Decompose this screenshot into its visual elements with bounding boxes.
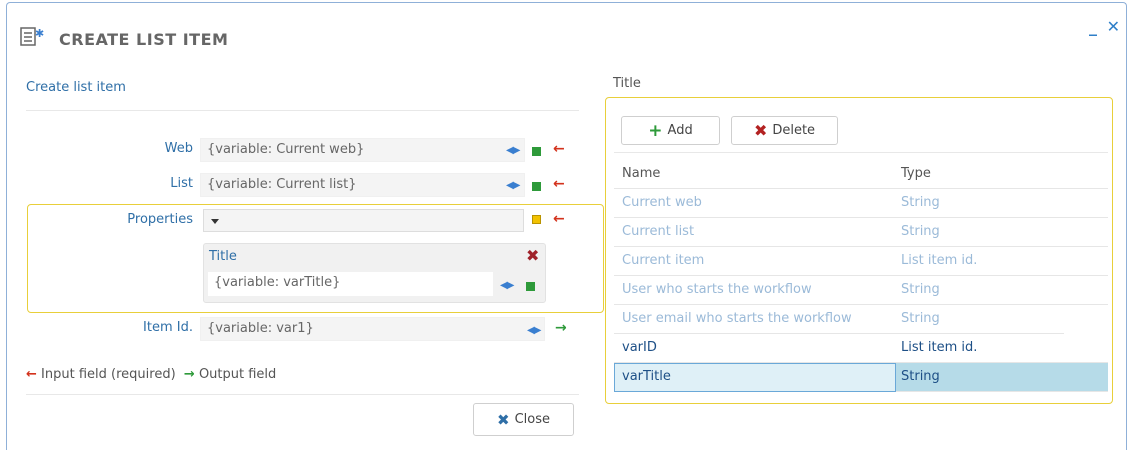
variable-indicator-icon[interactable] [532, 182, 541, 191]
variables-table: Name Type Current web String Current lis… [614, 160, 1108, 392]
variable-indicator-icon[interactable] [526, 282, 535, 291]
swap-arrows-icon[interactable]: ◀▶ [506, 180, 520, 191]
properties-dropdown[interactable] [203, 209, 524, 232]
variables-panel-label: Title [613, 76, 641, 91]
item-id-label: Item Id. [143, 320, 193, 335]
swap-arrows-icon[interactable]: ◀▶ [506, 145, 520, 156]
row-type: List item id. [901, 340, 978, 355]
web-label: Web [164, 141, 193, 156]
row-name: varID [622, 340, 657, 355]
row-type: String [901, 311, 940, 326]
property-value-field[interactable]: {variable: varTitle} [208, 272, 493, 296]
column-header-name: Name [622, 166, 661, 181]
delete-property-icon[interactable]: ✖ [526, 246, 539, 265]
table-row[interactable]: Current list String [614, 218, 1108, 247]
delete-icon: ✖ [753, 121, 768, 140]
svg-text:✱: ✱ [35, 27, 44, 40]
table-row[interactable]: User who starts the workflow String [614, 276, 1108, 305]
chevron-down-icon [211, 219, 219, 224]
divider [26, 110, 579, 111]
output-arrow-icon: → [183, 367, 195, 382]
close-window-button[interactable]: ✕ [1107, 17, 1120, 36]
input-arrow-icon: ← [26, 367, 37, 382]
plus-icon: + [648, 120, 663, 141]
row-name: Current web [622, 195, 702, 210]
swap-arrows-icon[interactable]: ◀▶ [500, 280, 514, 291]
table-row-selected[interactable]: varTitle String [614, 363, 1108, 392]
row-type: String [901, 369, 940, 384]
field-legend: ← Input field (required) → Output field [26, 367, 276, 382]
output-arrow-icon: → [555, 320, 567, 336]
add-button-label: Add [667, 123, 693, 138]
row-type: String [901, 195, 940, 210]
table-row[interactable]: Current item List item id. [614, 247, 1108, 276]
row-type: String [901, 282, 940, 297]
list-field[interactable]: {variable: Current list} [200, 173, 525, 197]
list-star-icon: ✱ [20, 27, 44, 46]
divider [26, 394, 579, 395]
variable-indicator-icon[interactable] [532, 147, 541, 156]
table-row[interactable]: User email who starts the workflow Strin… [614, 305, 1064, 334]
row-name: Current list [622, 224, 695, 239]
close-button[interactable]: ✖ Close [473, 403, 574, 436]
table-row[interactable]: Current web String [614, 189, 1108, 218]
row-name: varTitle [622, 369, 671, 384]
column-header-type: Type [901, 166, 931, 181]
close-icon: ✖ [497, 410, 510, 429]
web-field[interactable]: {variable: Current web} [200, 138, 525, 162]
input-required-arrow-icon: ← [553, 141, 565, 157]
legend-output-text: Output field [198, 367, 277, 382]
close-button-label: Close [514, 412, 550, 427]
table-header-row: Name Type [614, 160, 1108, 189]
section-link-create-list-item[interactable]: Create list item [26, 80, 126, 95]
row-name: User who starts the workflow [622, 282, 812, 297]
minimize-button[interactable]: _ [1089, 17, 1097, 36]
input-required-arrow-icon: ← [553, 176, 565, 192]
properties-label: Properties [127, 212, 193, 227]
input-required-arrow-icon: ← [553, 211, 565, 227]
dialog-title: CREATE LIST ITEM [59, 30, 229, 49]
variable-indicator-icon[interactable] [532, 215, 541, 224]
delete-button-label: Delete [772, 123, 816, 138]
item-id-field[interactable]: {variable: var1} [200, 317, 545, 341]
legend-input-text: Input field (required) [41, 367, 176, 382]
row-type: String [901, 224, 940, 239]
list-label: List [170, 176, 193, 191]
property-item-label: Title [209, 249, 237, 264]
table-row[interactable]: varID List item id. [614, 334, 1108, 363]
row-type: List item id. [901, 253, 978, 268]
window-controls: _ ✕ [1085, 17, 1120, 36]
title-bar: ✱ CREATE LIST ITEM _ ✕ [7, 3, 1126, 65]
delete-button[interactable]: ✖ Delete [731, 116, 838, 145]
divider [614, 152, 1108, 153]
row-name: Current item [622, 253, 705, 268]
add-button[interactable]: + Add [621, 116, 720, 145]
row-name: User email who starts the workflow [622, 311, 852, 326]
swap-arrows-icon[interactable]: ◀▶ [527, 325, 541, 336]
